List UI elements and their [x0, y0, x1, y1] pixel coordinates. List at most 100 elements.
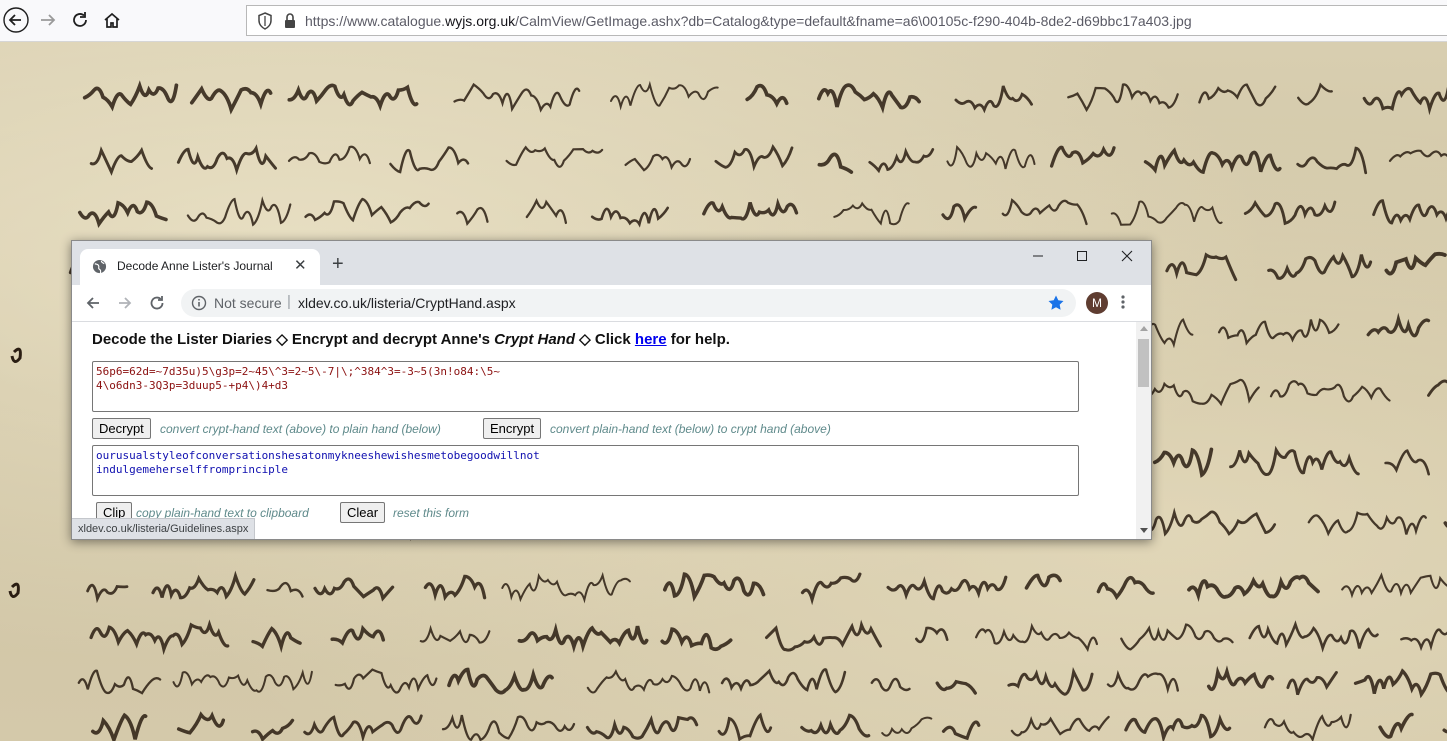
ink-stroke — [881, 716, 933, 737]
ink-stroke — [1248, 620, 1379, 653]
ink-stroke — [176, 711, 226, 735]
ink-stroke — [505, 145, 604, 168]
ink-stroke — [78, 200, 168, 228]
ink-stroke — [1286, 671, 1338, 696]
decrypt-button[interactable]: Decrypt — [92, 418, 151, 439]
ink-stroke — [1206, 665, 1275, 692]
not-secure-label[interactable]: Not secure — [214, 295, 282, 311]
ink-stroke — [717, 712, 773, 741]
margin-mark — [10, 347, 22, 363]
page-heading: Decode the Lister Diaries ◇ Encrypt and … — [92, 331, 730, 348]
outer-address-bar[interactable]: https://www.catalogue.wyjs.org.uk/CalmVi… — [246, 5, 1447, 36]
ink-stroke — [720, 668, 847, 694]
ink-stroke — [189, 85, 273, 115]
ink-stroke — [817, 152, 854, 174]
ink-stroke — [1366, 312, 1431, 338]
ink-stroke — [250, 718, 295, 741]
back-icon[interactable] — [2, 6, 30, 34]
minimize-icon[interactable] — [1015, 245, 1061, 267]
ink-stroke — [590, 206, 669, 228]
ink-stroke — [86, 583, 129, 604]
ink-stroke — [624, 153, 692, 172]
ink-stroke — [419, 624, 491, 644]
close-window-icon[interactable] — [1104, 245, 1150, 267]
ink-stroke — [1296, 146, 1368, 175]
ink-stroke — [1263, 713, 1352, 741]
ink-stroke — [176, 144, 277, 176]
menu-icon[interactable] — [1120, 293, 1126, 316]
ink-stroke — [745, 83, 789, 108]
inner-browser-toolbar: Not secure | xldev.co.uk/listeria/CryptH… — [72, 285, 1151, 322]
ink-stroke — [1049, 145, 1116, 168]
inner-url-text[interactable]: xldev.co.uk/listeria/CryptHand.aspx — [298, 295, 516, 311]
window-titlebar: Decode Anne Lister's Journal ✕ + — [72, 241, 1151, 285]
new-tab-icon[interactable]: + — [332, 254, 344, 274]
reload-icon[interactable] — [66, 6, 94, 34]
decrypt-hint: convert crypt-hand text (above) to plain… — [160, 422, 441, 436]
page-scrollbar[interactable] — [1136, 322, 1151, 539]
lock-icon[interactable] — [283, 12, 297, 35]
plain-hand-textarea[interactable]: ourusualstyleofconversationshesatonmykne… — [92, 445, 1079, 496]
ink-stroke — [886, 575, 1008, 601]
info-icon[interactable] — [191, 295, 207, 316]
decoder-browser-window: Decode Anne Lister's Journal ✕ + Not sec… — [71, 240, 1152, 540]
forward-icon[interactable] — [34, 6, 62, 34]
ink-stroke — [334, 668, 438, 694]
ink-stroke — [501, 571, 631, 604]
ink-stroke — [941, 203, 978, 224]
tab-title: Decode Anne Lister's Journal — [117, 259, 273, 273]
ink-stroke — [303, 714, 423, 741]
ink-stroke — [1198, 83, 1277, 107]
help-link[interactable]: here — [635, 331, 667, 348]
globe-icon — [92, 259, 107, 279]
ink-stroke — [1145, 507, 1277, 537]
ink-stroke — [1010, 715, 1110, 737]
tab-decode-journal[interactable]: Decode Anne Lister's Journal ✕ — [80, 249, 320, 285]
ink-stroke — [1024, 573, 1062, 590]
ink-stroke — [702, 197, 799, 221]
ink-stroke — [186, 196, 292, 227]
encrypt-hint: convert plain-hand text (below) to crypt… — [550, 422, 831, 436]
shield-icon[interactable] — [257, 12, 273, 35]
scroll-thumb[interactable] — [1138, 339, 1149, 387]
ink-stroke — [660, 627, 733, 652]
profile-avatar[interactable]: M — [1086, 292, 1108, 314]
ink-stroke — [1400, 628, 1447, 652]
home-icon[interactable] — [98, 6, 126, 34]
maximize-icon[interactable] — [1059, 245, 1105, 267]
ink-stroke — [610, 80, 719, 111]
close-tab-icon[interactable]: ✕ — [294, 258, 307, 274]
outer-browser-toolbar: https://www.catalogue.wyjs.org.uk/CalmVi… — [0, 0, 1447, 42]
ink-stroke — [1384, 251, 1447, 276]
ink-stroke — [151, 570, 256, 600]
bookmark-star-icon[interactable] — [1047, 294, 1065, 317]
scroll-up-icon[interactable] — [1140, 326, 1148, 331]
ink-stroke — [1243, 199, 1337, 226]
ink-stroke — [89, 146, 154, 176]
encrypt-button[interactable]: Encrypt — [483, 418, 542, 439]
ink-stroke — [870, 677, 911, 692]
scroll-down-icon[interactable] — [1140, 528, 1148, 533]
outer-url-text: https://www.catalogue.wyjs.org.uk/CalmVi… — [305, 13, 1192, 29]
ink-stroke — [800, 572, 862, 606]
forward-icon[interactable] — [114, 292, 136, 314]
clear-hint: reset this form — [393, 506, 470, 520]
ink-stroke — [868, 147, 935, 174]
ink-stroke — [946, 145, 1036, 170]
inner-address-bar[interactable]: Not secure | xldev.co.uk/listeria/CryptH… — [181, 289, 1076, 317]
ink-stroke — [585, 715, 699, 740]
ink-stroke — [77, 669, 162, 695]
ink-stroke — [833, 201, 910, 226]
ink-stroke — [816, 83, 921, 114]
ink-stroke — [1378, 712, 1414, 739]
ink-stroke — [287, 83, 419, 112]
ink-stroke — [1124, 713, 1232, 741]
ink-stroke — [441, 713, 576, 741]
ink-stroke — [765, 619, 882, 652]
ink-stroke — [1267, 251, 1373, 280]
back-icon[interactable] — [82, 292, 104, 314]
ink-stroke — [1152, 447, 1214, 478]
clear-button[interactable]: Clear — [340, 502, 386, 523]
reload-icon[interactable] — [146, 292, 168, 314]
crypt-hand-textarea[interactable]: 56p6=62d=~7d35u)5\g3p=2~45\^3=2~5\-7|\;^… — [92, 361, 1079, 412]
